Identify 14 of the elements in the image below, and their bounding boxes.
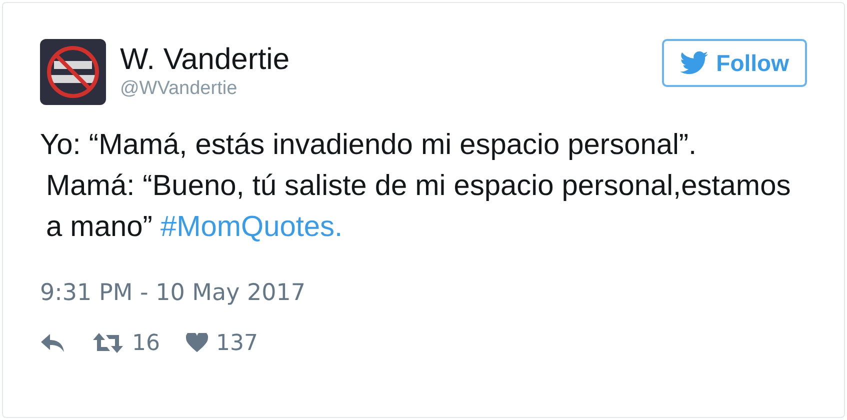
timestamp: 9:31 PM - 10 May 2017 bbox=[40, 279, 306, 308]
follow-button[interactable]: Follow bbox=[662, 39, 807, 87]
tweet-text: Mamá: “Bueno, tú saliste de mi espacio personal,estamos bbox=[45, 169, 792, 204]
heart-icon[interactable] bbox=[186, 333, 208, 353]
reply-icon[interactable] bbox=[40, 333, 66, 353]
bird-icon bbox=[680, 51, 708, 75]
author-name: W. Vandertie bbox=[120, 43, 290, 77]
author-handle: @WVandertie bbox=[120, 77, 238, 101]
retweet-count: 16 bbox=[132, 330, 160, 358]
tweet-text: Yo: “Mamá, estás invadiendo mi espacio personal”. bbox=[40, 128, 698, 163]
retweet-icon[interactable] bbox=[92, 332, 124, 354]
hashtag-link[interactable]: #MomQuotes. bbox=[160, 211, 343, 243]
tweet-text: a mano” #MomQuotes. bbox=[45, 210, 344, 245]
like-count: 137 bbox=[216, 330, 258, 358]
